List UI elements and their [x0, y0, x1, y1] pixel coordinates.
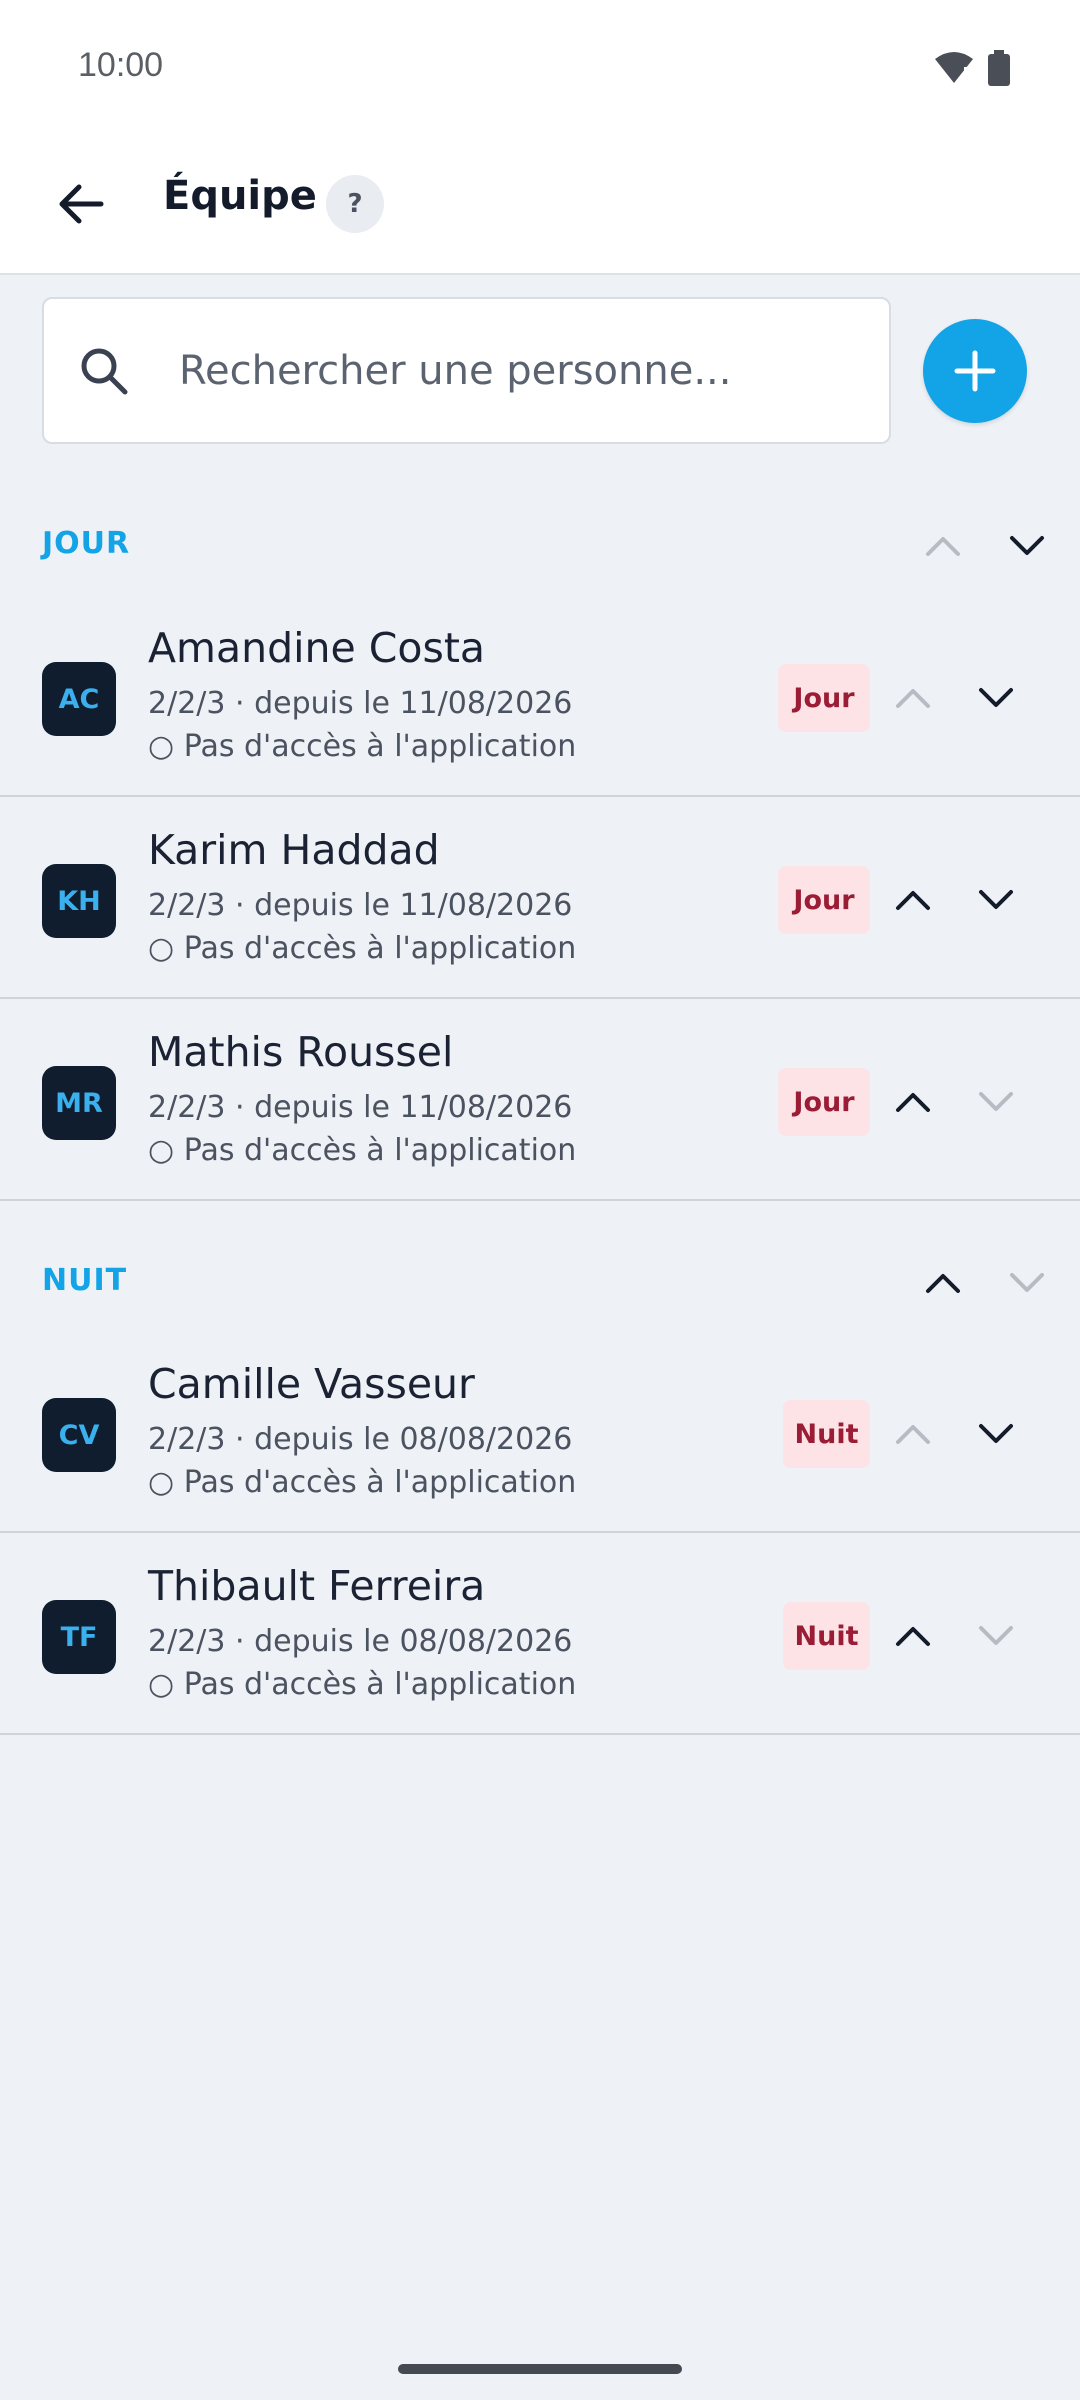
chevron-up-icon: [896, 689, 930, 708]
chevron-down-icon: [979, 1424, 1013, 1443]
section-move-down-button[interactable]: [997, 516, 1057, 576]
list-item[interactable]: MR Mathis Roussel 2/2/3 · depuis le 11/0…: [0, 1000, 1080, 1201]
chevron-down-icon: [979, 890, 1013, 909]
move-down-button[interactable]: [966, 668, 1026, 728]
chevron-up-icon: [896, 1425, 930, 1444]
search-icon: [81, 348, 128, 395]
wifi-icon: [935, 52, 973, 83]
shift-badge: Jour: [778, 1068, 870, 1136]
member-access: ○ Pas d'accès à l'application: [148, 1133, 577, 1168]
member-detail: 2/2/3 · depuis le 11/08/2026: [148, 686, 573, 721]
chevron-up-icon: [896, 1627, 930, 1646]
chevron-down-icon: [979, 1092, 1013, 1111]
shift-badge: Jour: [778, 866, 870, 934]
app-bar: Équipe ?: [0, 135, 1080, 275]
status-bar: 10:00: [0, 0, 1080, 135]
chevron-up-icon: [896, 1093, 930, 1112]
search-input[interactable]: [179, 329, 859, 413]
avatar: KH: [42, 864, 116, 938]
member-detail: 2/2/3 · depuis le 11/08/2026: [148, 888, 573, 923]
shift-badge: Nuit: [783, 1400, 870, 1468]
page-title: Équipe: [163, 173, 317, 219]
battery-icon: [988, 50, 1010, 86]
member-detail: 2/2/3 · depuis le 08/08/2026: [148, 1624, 573, 1659]
avatar: AC: [42, 662, 116, 736]
avatar: CV: [42, 1398, 116, 1472]
section-header-nuit: NUIT: [0, 1241, 1080, 1321]
search-box[interactable]: [42, 297, 891, 444]
member-access: ○ Pas d'accès à l'application: [148, 1667, 577, 1702]
move-down-button[interactable]: [966, 1606, 1026, 1666]
move-up-button[interactable]: [883, 1404, 943, 1464]
add-person-button[interactable]: [923, 319, 1027, 423]
home-indicator[interactable]: [398, 2364, 682, 2374]
section-move-down-button[interactable]: [997, 1253, 1057, 1313]
member-detail: 2/2/3 · depuis le 08/08/2026: [148, 1422, 573, 1457]
chevron-up-icon: [926, 1274, 960, 1293]
section-header-jour: JOUR: [0, 504, 1080, 584]
avatar: TF: [42, 1600, 116, 1674]
status-icons: [934, 50, 1010, 86]
shift-badge: Nuit: [783, 1602, 870, 1670]
arrow-left-icon: [59, 184, 104, 224]
member-name: Amandine Costa: [148, 624, 486, 672]
member-access: ○ Pas d'accès à l'application: [148, 931, 577, 966]
avatar: MR: [42, 1066, 116, 1140]
move-up-button[interactable]: [883, 1072, 943, 1132]
move-up-button[interactable]: [883, 1606, 943, 1666]
move-down-button[interactable]: [966, 1404, 1026, 1464]
status-time: 10:00: [78, 46, 164, 84]
chevron-down-icon: [1010, 1273, 1044, 1292]
move-up-button[interactable]: [883, 870, 943, 930]
section-title: JOUR: [42, 526, 131, 561]
chevron-up-icon: [896, 891, 930, 910]
chevron-up-icon: [926, 537, 960, 556]
list-item[interactable]: AC Amandine Costa 2/2/3 · depuis le 11/0…: [0, 596, 1080, 797]
plus-icon: [954, 350, 996, 392]
list-item[interactable]: TF Thibault Ferreira 2/2/3 · depuis le 0…: [0, 1534, 1080, 1735]
back-button[interactable]: [48, 171, 114, 237]
move-up-button[interactable]: [883, 668, 943, 728]
move-down-button[interactable]: [966, 870, 1026, 930]
move-down-button[interactable]: [966, 1072, 1026, 1132]
section-move-up-button[interactable]: [913, 1253, 973, 1313]
chevron-down-icon: [979, 688, 1013, 707]
chevron-down-icon: [979, 1626, 1013, 1645]
member-name: Karim Haddad: [148, 826, 440, 874]
list-item[interactable]: CV Camille Vasseur 2/2/3 · depuis le 08/…: [0, 1332, 1080, 1533]
member-name: Camille Vasseur: [148, 1360, 475, 1408]
section-title: NUIT: [42, 1263, 128, 1298]
help-button[interactable]: ?: [326, 175, 384, 233]
chevron-down-icon: [1010, 536, 1044, 555]
member-access: ○ Pas d'accès à l'application: [148, 1465, 577, 1500]
section-move-up-button[interactable]: [913, 516, 973, 576]
list-item[interactable]: KH Karim Haddad 2/2/3 · depuis le 11/08/…: [0, 798, 1080, 999]
member-detail: 2/2/3 · depuis le 11/08/2026: [148, 1090, 573, 1125]
shift-badge: Jour: [778, 664, 870, 732]
member-access: ○ Pas d'accès à l'application: [148, 729, 577, 764]
member-name: Mathis Roussel: [148, 1028, 454, 1076]
member-name: Thibault Ferreira: [148, 1562, 486, 1610]
